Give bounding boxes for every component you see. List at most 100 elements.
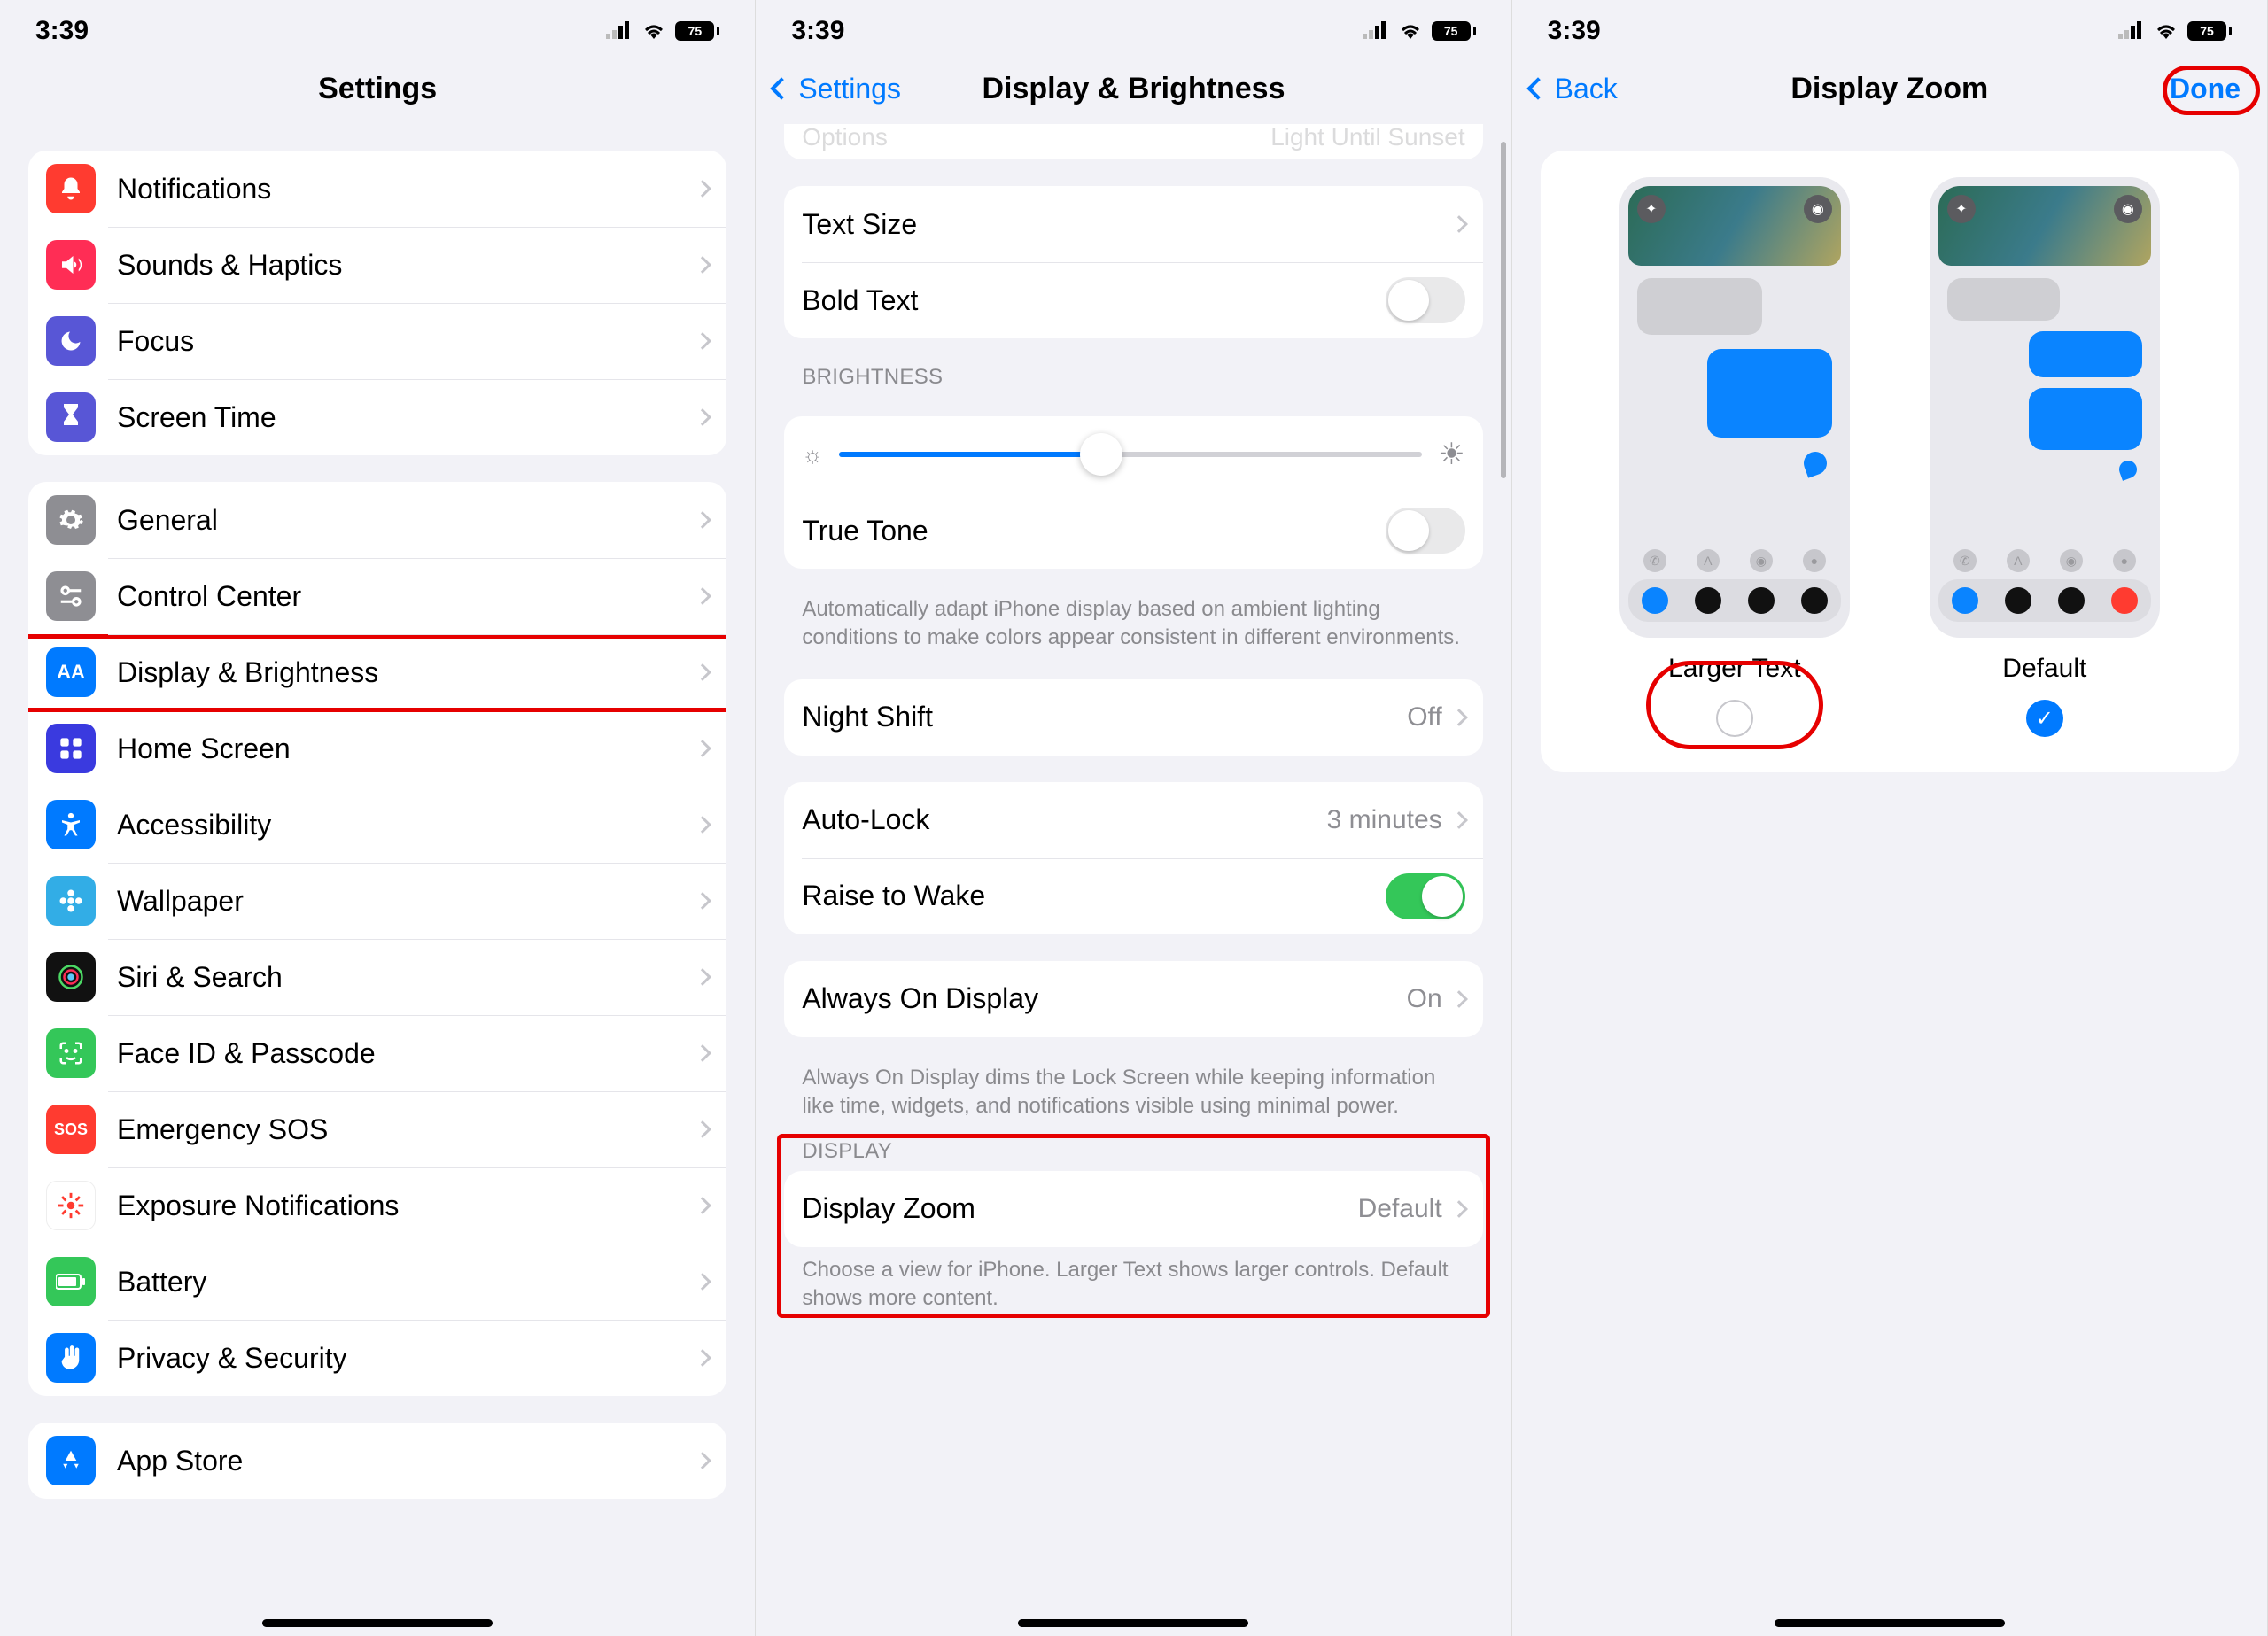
- chevron-right-icon: [694, 587, 711, 605]
- toggle-bold-text[interactable]: [1386, 277, 1465, 323]
- chevron-right-icon: [694, 1273, 711, 1291]
- moon-icon: [46, 316, 96, 366]
- row-label: Always On Display: [802, 982, 1406, 1015]
- flashlight-icon: ✦: [1947, 195, 1976, 223]
- hourglass-icon: [46, 392, 96, 442]
- page-title: Display Zoom: [1790, 72, 1988, 106]
- switches-icon: [46, 571, 96, 621]
- row-label: Emergency SOS: [117, 1113, 696, 1146]
- sos-icon: SOS: [46, 1105, 96, 1154]
- preview-larger: ✦ ◉ ✆A◉●: [1619, 177, 1850, 638]
- row-label: Battery: [117, 1266, 696, 1299]
- pane-display-brightness: 3:39 75 Settings Display & Brightness Op…: [756, 0, 1511, 1636]
- page-title: Settings: [318, 72, 437, 106]
- option-label: Larger Text: [1668, 654, 1801, 684]
- row-bold-text[interactable]: Bold Text: [784, 262, 1482, 338]
- done-button[interactable]: Done: [2170, 53, 2241, 124]
- chevron-right-icon: [1450, 1200, 1468, 1218]
- radio-selected[interactable]: ✓: [2026, 700, 2063, 737]
- toggle-true-tone[interactable]: [1386, 508, 1465, 554]
- siri-icon: [46, 952, 96, 1002]
- toggle-raise-to-wake[interactable]: [1386, 873, 1465, 919]
- back-button[interactable]: Back: [1530, 53, 1618, 124]
- row-sos[interactable]: SOS Emergency SOS: [28, 1091, 726, 1167]
- row-notifications[interactable]: Notifications: [28, 151, 726, 227]
- row-label: Bold Text: [802, 284, 1385, 317]
- flashlight-icon: ✦: [1637, 195, 1666, 223]
- appstore-icon: [46, 1436, 96, 1485]
- zoom-option-default[interactable]: ✦ ◉ ✆A◉●: [1930, 177, 2160, 737]
- group-aod: Always On Display On: [784, 961, 1482, 1037]
- chevron-right-icon: [694, 511, 711, 529]
- gear-icon: [46, 495, 96, 545]
- row-true-tone[interactable]: True Tone: [784, 492, 1482, 569]
- row-text-size[interactable]: Text Size: [784, 186, 1482, 262]
- row-screentime[interactable]: Screen Time: [28, 379, 726, 455]
- radio-unselected[interactable]: [1716, 700, 1753, 737]
- slider-thumb[interactable]: [1080, 433, 1122, 476]
- row-general[interactable]: General: [28, 482, 726, 558]
- back-label: Back: [1555, 73, 1618, 105]
- row-always-on[interactable]: Always On Display On: [784, 961, 1482, 1037]
- faceid-icon: [46, 1028, 96, 1078]
- row-display-zoom[interactable]: Display Zoom Default: [784, 1171, 1482, 1247]
- row-home-screen[interactable]: Home Screen: [28, 710, 726, 787]
- row-label: Night Shift: [802, 701, 1407, 733]
- navbar: Settings Display & Brightness: [756, 53, 1511, 124]
- group-brightness: ☼ ☀ True Tone: [784, 416, 1482, 569]
- chevron-right-icon: [694, 256, 711, 274]
- row-night-shift[interactable]: Night Shift Off: [784, 679, 1482, 756]
- row-focus[interactable]: Focus: [28, 303, 726, 379]
- row-wallpaper[interactable]: Wallpaper: [28, 863, 726, 939]
- row-options-partial[interactable]: Options Light Until Sunset: [784, 124, 1482, 159]
- chevron-right-icon: [694, 1044, 711, 1062]
- home-indicator[interactable]: [1018, 1619, 1248, 1627]
- row-raise-to-wake[interactable]: Raise to Wake: [784, 858, 1482, 934]
- zoom-option-larger[interactable]: ✦ ◉ ✆A◉●: [1619, 177, 1850, 737]
- battery-icon: 75: [2187, 21, 2232, 41]
- row-label: Display Zoom: [802, 1192, 1357, 1225]
- row-accessibility[interactable]: Accessibility: [28, 787, 726, 863]
- home-indicator[interactable]: [1775, 1619, 2005, 1627]
- row-faceid[interactable]: Face ID & Passcode: [28, 1015, 726, 1091]
- group-display-zoom: Display Zoom Default: [784, 1171, 1482, 1247]
- speaker-icon: [46, 240, 96, 290]
- back-label: Settings: [798, 73, 901, 105]
- chevron-right-icon: [694, 332, 711, 350]
- brightness-slider[interactable]: [839, 452, 1422, 457]
- section-header-brightness: BRIGHTNESS: [802, 365, 1482, 390]
- camera-icon: ◉: [1804, 195, 1832, 223]
- row-privacy[interactable]: Privacy & Security: [28, 1320, 726, 1396]
- row-app-store[interactable]: App Store: [28, 1423, 726, 1499]
- sun-min-icon: ☼: [802, 441, 823, 469]
- status-time: 3:39: [1548, 16, 1601, 46]
- row-exposure[interactable]: Exposure Notifications: [28, 1167, 726, 1244]
- group-night-shift: Night Shift Off: [784, 679, 1482, 756]
- chevron-right-icon: [1450, 811, 1468, 829]
- chevron-right-icon: [1450, 990, 1468, 1008]
- brightness-slider-row: ☼ ☀: [784, 416, 1482, 492]
- zoom-options-card: ✦ ◉ ✆A◉●: [1541, 151, 2239, 772]
- row-value: Default: [1358, 1194, 1442, 1224]
- back-button[interactable]: Settings: [773, 53, 901, 124]
- chevron-right-icon: [694, 816, 711, 834]
- row-label: Options: [802, 124, 888, 151]
- home-indicator[interactable]: [262, 1619, 493, 1627]
- row-auto-lock[interactable]: Auto-Lock 3 minutes: [784, 782, 1482, 858]
- settings-group-1: Notifications Sounds & Haptics Focus: [28, 151, 726, 455]
- row-value: Off: [1407, 702, 1441, 733]
- row-display-brightness[interactable]: AA Display & Brightness: [28, 634, 726, 710]
- chevron-right-icon: [694, 663, 711, 681]
- page-title: Display & Brightness: [983, 72, 1285, 106]
- row-siri[interactable]: Siri & Search: [28, 939, 726, 1015]
- status-bar: 3:39 75: [1512, 0, 2267, 53]
- row-sounds[interactable]: Sounds & Haptics: [28, 227, 726, 303]
- status-bar: 3:39 75: [756, 0, 1511, 53]
- bell-icon: [46, 164, 96, 213]
- chevron-right-icon: [1450, 215, 1468, 233]
- chevron-right-icon: [694, 740, 711, 757]
- row-battery[interactable]: Battery: [28, 1244, 726, 1320]
- row-control-center[interactable]: Control Center: [28, 558, 726, 634]
- battery-icon: 75: [675, 21, 719, 41]
- chevron-back-icon: [771, 77, 793, 99]
